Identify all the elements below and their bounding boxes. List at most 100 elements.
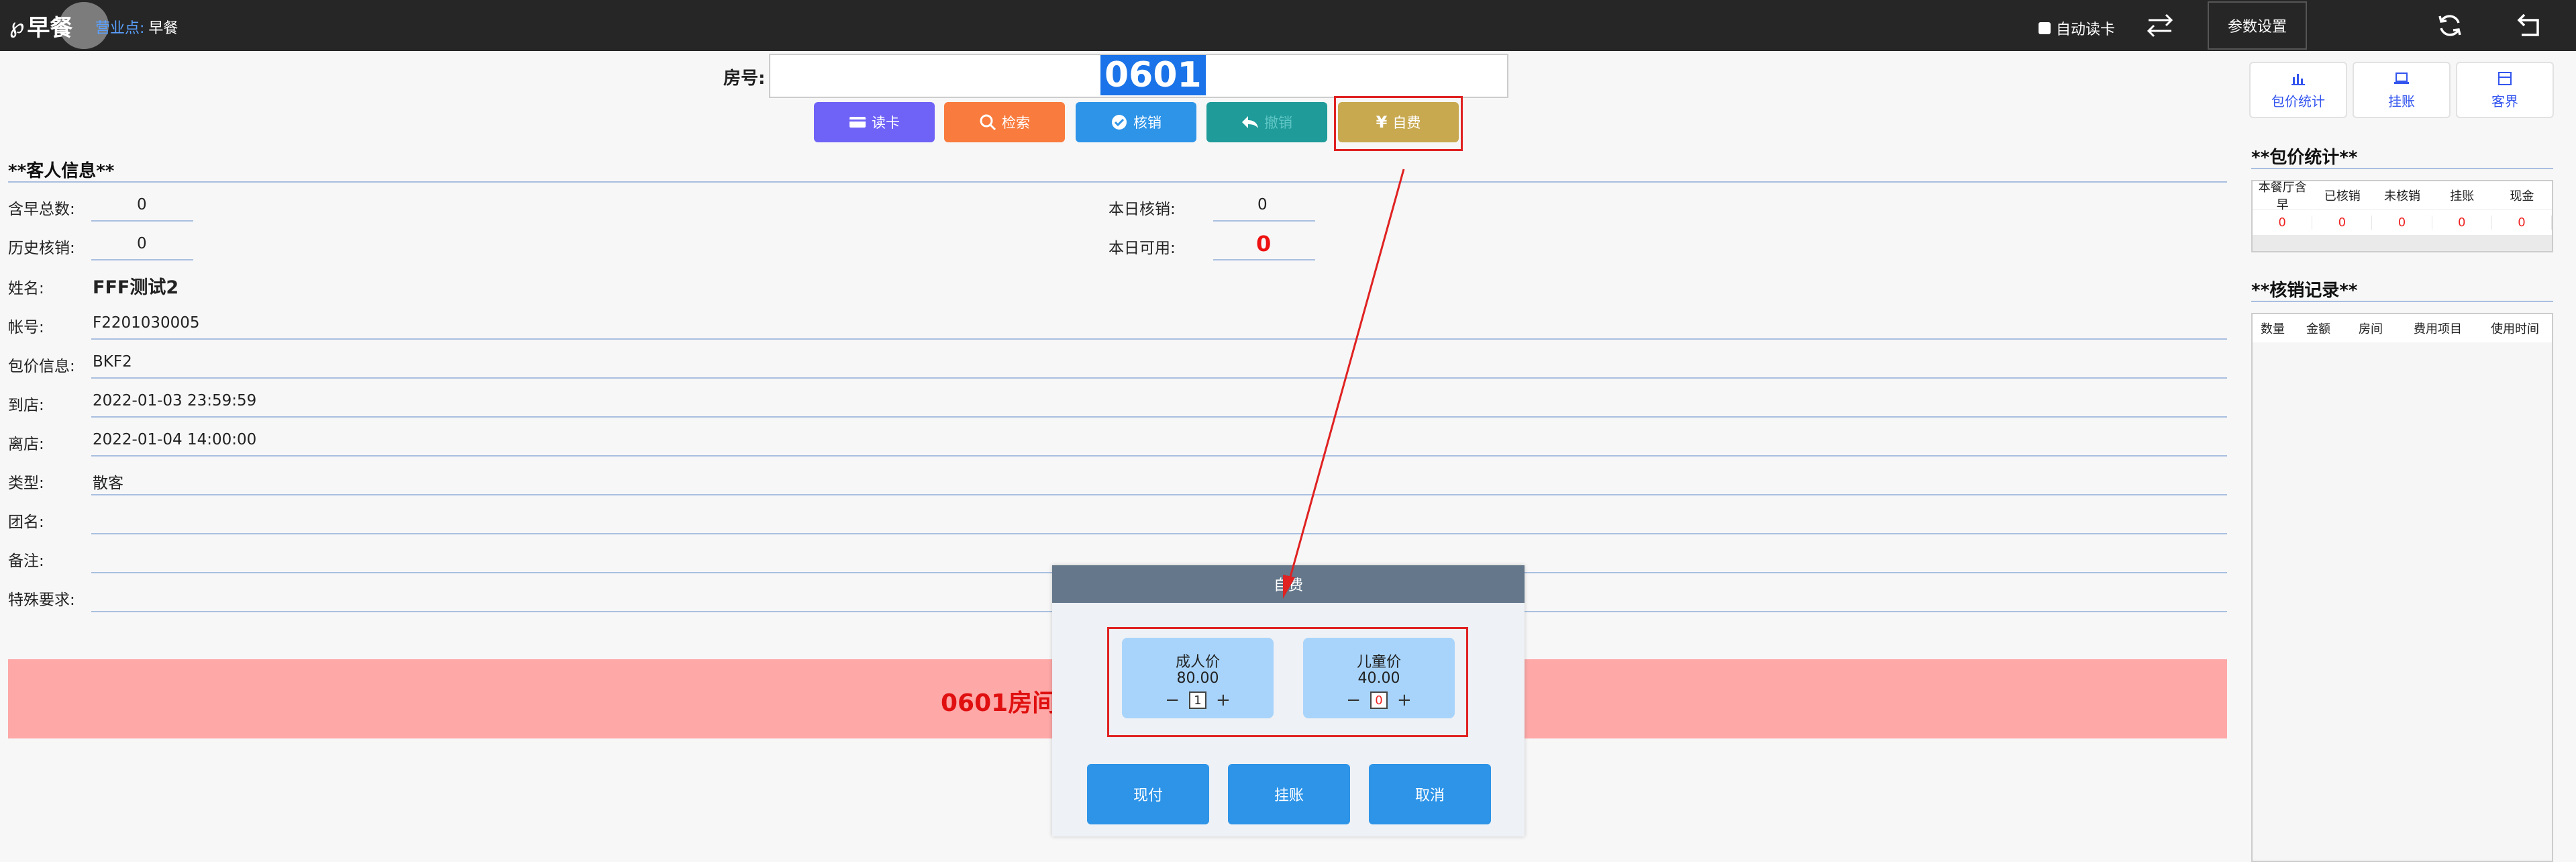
field-underline bbox=[91, 259, 193, 260]
room-status-text: 0601房间 bbox=[941, 689, 1057, 717]
read-card-button[interactable]: 读卡 bbox=[814, 102, 935, 142]
history-value: 0 bbox=[137, 235, 147, 252]
col-header: 挂账 bbox=[2450, 189, 2475, 203]
undo-button[interactable]: 撤销 bbox=[1206, 102, 1327, 142]
name-label: 姓名: bbox=[8, 280, 44, 297]
today-verified-label: 本日核销: bbox=[1109, 201, 1176, 218]
swap-icon[interactable] bbox=[2145, 11, 2175, 40]
package-stats-header: 本餐厅含早 已核销 未核销 挂账 现金 bbox=[2253, 181, 2552, 212]
cell: 0 bbox=[2312, 216, 2373, 230]
adult-plus-button[interactable]: + bbox=[1216, 690, 1231, 710]
section-divider bbox=[8, 181, 2227, 183]
package-stats-label: 包价统计 bbox=[2271, 93, 2325, 109]
search-icon bbox=[980, 114, 996, 131]
field-underline bbox=[1213, 259, 1315, 260]
adult-price-card[interactable]: 成人价 80.00 − 1 + bbox=[1122, 638, 1274, 718]
account-value: F2201030005 bbox=[93, 314, 200, 332]
verify-button[interactable]: 核销 bbox=[1076, 102, 1196, 142]
today-available-label: 本日可用: bbox=[1109, 240, 1176, 257]
guest-section-title: **客人信息** bbox=[8, 161, 115, 181]
field-underline bbox=[91, 377, 2227, 379]
remark-label: 备注: bbox=[8, 553, 44, 570]
col-header: 未核销 bbox=[2384, 189, 2420, 203]
guest-view-button[interactable]: 客界 bbox=[2456, 62, 2554, 118]
child-plus-button[interactable]: + bbox=[1397, 690, 1412, 710]
field-underline bbox=[91, 220, 193, 222]
account-label: 帐号: bbox=[8, 319, 44, 336]
check-circle-icon bbox=[1112, 115, 1127, 130]
arrival-label: 到店: bbox=[8, 397, 44, 414]
type-label: 类型: bbox=[8, 475, 44, 492]
package-value: BKF2 bbox=[93, 353, 132, 371]
name-value: FFF测试2 bbox=[93, 277, 179, 298]
child-minus-button[interactable]: − bbox=[1346, 690, 1361, 710]
table-row: 0 0 0 0 0 bbox=[2253, 209, 2553, 235]
outlet-value: 早餐 bbox=[148, 20, 178, 37]
departure-label: 离店: bbox=[8, 436, 44, 453]
type-value: 散客 bbox=[93, 475, 123, 492]
dialog-charge-button[interactable]: 挂账 bbox=[1228, 764, 1350, 824]
bar-chart-icon bbox=[2291, 73, 2305, 85]
col-header: 现金 bbox=[2510, 189, 2534, 203]
child-price-value: 40.00 bbox=[1357, 670, 1400, 687]
charge-account-button[interactable]: 挂账 bbox=[2353, 62, 2451, 118]
room-value-selected[interactable]: 0601 bbox=[1100, 55, 1206, 95]
search-button[interactable]: 检索 bbox=[944, 102, 1065, 142]
cash-pay-button[interactable]: 现付 bbox=[1087, 764, 1209, 824]
laptop-icon bbox=[2394, 72, 2409, 84]
total-breakfast-label: 含早总数: bbox=[8, 201, 75, 218]
package-label: 包价信息: bbox=[8, 358, 75, 375]
app-logo: ℘ 早餐 bbox=[9, 12, 73, 42]
col-header: 已核销 bbox=[2324, 189, 2361, 203]
adult-qty-input[interactable]: 1 bbox=[1189, 691, 1206, 709]
adult-minus-button[interactable]: − bbox=[1165, 690, 1180, 710]
back-icon[interactable] bbox=[2515, 11, 2546, 40]
reply-icon bbox=[1242, 116, 1258, 128]
dialog-cancel-button[interactable]: 取消 bbox=[1369, 764, 1491, 824]
app-name: 早餐 bbox=[27, 14, 73, 42]
arrival-value: 2022-01-03 23:59:59 bbox=[93, 392, 257, 410]
package-stats-title: **包价统计** bbox=[2251, 148, 2358, 168]
room-label: 房号: bbox=[723, 68, 766, 89]
logo-glyph: ℘ bbox=[9, 13, 24, 38]
adult-price-value: 80.00 bbox=[1176, 670, 1219, 687]
col-header: 费用项目 bbox=[2414, 322, 2462, 336]
settings-button[interactable]: 参数设置 bbox=[2208, 1, 2307, 50]
charge-account-label: 挂账 bbox=[2388, 93, 2415, 109]
departure-value: 2022-01-04 14:00:00 bbox=[93, 431, 257, 448]
col-header: 金额 bbox=[2306, 322, 2330, 336]
table-scrollbar[interactable] bbox=[2253, 235, 2552, 251]
outlet-label: 营业点: bbox=[95, 20, 145, 37]
cell: 0 bbox=[2432, 216, 2492, 230]
package-stats-button[interactable]: 包价统计 bbox=[2249, 62, 2347, 118]
field-underline bbox=[91, 533, 2227, 534]
search-label: 检索 bbox=[1002, 115, 1030, 131]
card-icon bbox=[849, 117, 866, 128]
verify-label: 核销 bbox=[1133, 115, 1162, 131]
adult-qty-stepper: − 1 + bbox=[1122, 690, 1274, 710]
outlet-indicator: 营业点: 早餐 bbox=[95, 16, 178, 38]
history-label: 历史核销: bbox=[8, 240, 75, 257]
today-available-value: 0 bbox=[1256, 231, 1272, 256]
auto-read-toggle[interactable]: 自动读卡 bbox=[2039, 17, 2115, 39]
package-stats-table: 本餐厅含早 已核销 未核销 挂账 现金 0 0 0 0 0 bbox=[2251, 180, 2553, 252]
section-divider bbox=[2251, 168, 2553, 169]
undo-label: 撤销 bbox=[1264, 115, 1292, 131]
field-underline bbox=[91, 338, 2227, 340]
today-verified-value: 0 bbox=[1257, 196, 1268, 213]
section-divider bbox=[2251, 301, 2553, 302]
cell: 0 bbox=[2253, 216, 2313, 230]
col-header: 使用时间 bbox=[2491, 322, 2539, 336]
child-price-label: 儿童价 bbox=[1356, 654, 1401, 671]
child-price-card[interactable]: 儿童价 40.00 − 0 + bbox=[1303, 638, 1455, 718]
child-qty-input[interactable]: 0 bbox=[1370, 691, 1388, 709]
cell: 0 bbox=[2492, 216, 2553, 230]
auto-read-checkbox[interactable] bbox=[2039, 22, 2051, 34]
records-table: 数量 金额 房间 费用项目 使用时间 bbox=[2251, 313, 2553, 862]
refresh-icon[interactable] bbox=[2434, 11, 2465, 40]
field-underline bbox=[91, 494, 2227, 495]
child-qty-stepper: − 0 + bbox=[1303, 690, 1455, 710]
read-card-label: 读卡 bbox=[872, 115, 900, 131]
total-breakfast-value: 0 bbox=[137, 196, 147, 213]
records-header: 数量 金额 房间 费用项目 使用时间 bbox=[2253, 314, 2552, 342]
